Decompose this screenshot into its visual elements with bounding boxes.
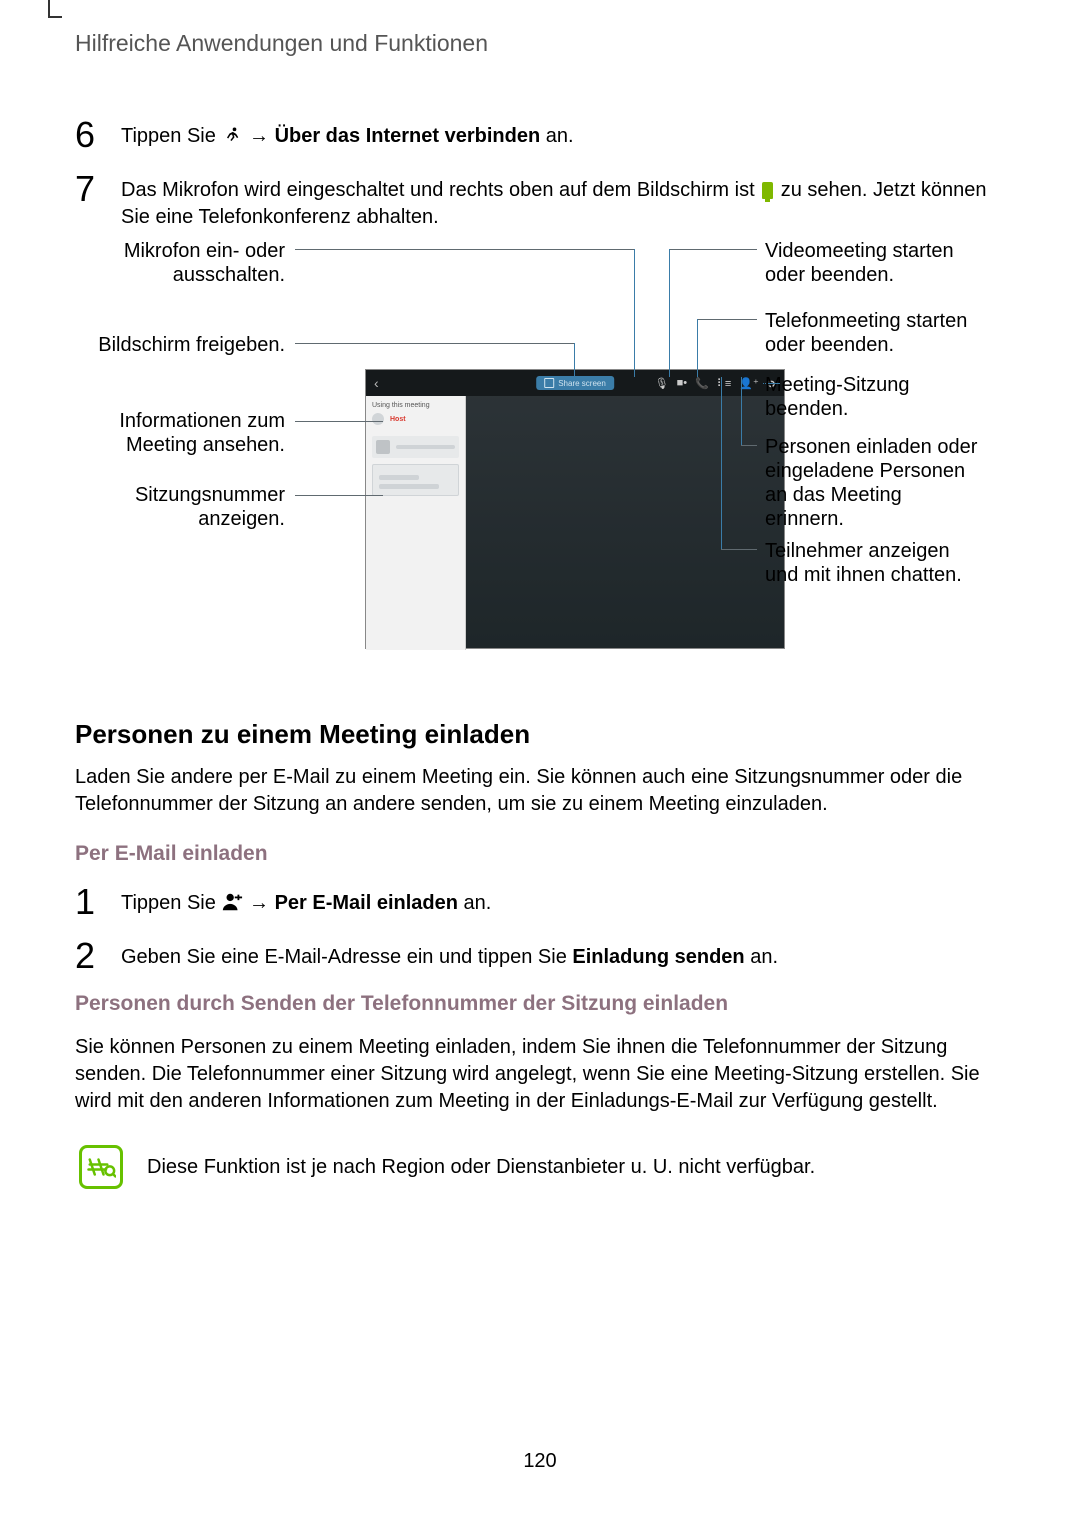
callout-line xyxy=(295,343,575,344)
callout-line xyxy=(634,249,635,377)
email-step2-c: an. xyxy=(750,946,778,968)
arrow: → xyxy=(249,892,269,914)
note-text: Diese Funktion ist je nach Region oder D… xyxy=(147,1156,815,1179)
section-heading: Personen zu einem Meeting einladen xyxy=(75,719,1005,750)
email-step-1: 1 Tippen Sie → Per E-Mail einladen an. xyxy=(75,884,1005,920)
sidebar-title: Using this meeting xyxy=(372,402,459,409)
page-corner-decoration xyxy=(48,0,62,18)
callout-line xyxy=(295,421,383,422)
callout-line xyxy=(669,249,757,250)
info-thumb xyxy=(376,440,390,454)
step-body: Tippen Sie → Über das Internet verbinden… xyxy=(121,117,574,150)
step-number: 7 xyxy=(75,171,101,207)
callout-invite: Personen einladen oder eingeladene Perso… xyxy=(765,435,985,531)
callout-line xyxy=(741,377,742,445)
email-step1-a: Tippen Sie xyxy=(121,892,221,914)
callout-line xyxy=(669,249,670,377)
step-7: 7 Das Mikrofon wird eingeschaltet und re… xyxy=(75,171,1005,231)
share-screen-pill: Share screen xyxy=(536,376,614,390)
page-content: Hilfreiche Anwendungen und Funktionen 6 … xyxy=(75,30,1005,1195)
phone-invite-body: Sie können Personen zu einem Meeting ein… xyxy=(75,1034,1005,1115)
add-person-icon xyxy=(221,891,243,913)
callout-share: Bildschirm freigeben. xyxy=(85,333,285,357)
step-number: 1 xyxy=(75,884,101,920)
step-body: Das Mikrofon wird eingeschaltet und rech… xyxy=(121,171,1005,231)
subsection-email-heading: Per E-Mail einladen xyxy=(75,842,1005,866)
callout-mic: Mikrofon ein- oder ausschalten. xyxy=(85,239,285,287)
step-number: 2 xyxy=(75,938,101,974)
step-number: 6 xyxy=(75,117,101,153)
meeting-screenshot: ‹ Share screen 🎙 ■• 📞 ⠇≡ 👤⁺ ➲ Using this… xyxy=(365,369,785,649)
email-step1-c: an. xyxy=(464,892,492,914)
callout-info: Informationen zum Meeting ansehen. xyxy=(85,409,285,457)
callout-line xyxy=(697,319,757,320)
callout-end: Meeting-Sitzung beenden. xyxy=(765,373,985,421)
callout-participants-chat: Teilnehmer anzeigen und mit ihnen chatte… xyxy=(765,539,985,587)
callout-line xyxy=(741,445,757,446)
arrow: → xyxy=(249,125,269,147)
back-chevron-icon: ‹ xyxy=(374,375,379,391)
participants-icon: ⠇≡ xyxy=(717,377,731,390)
toolbar-right-icons: 🎙 ■• 📞 ⠇≡ 👤⁺ ➲ xyxy=(655,377,776,390)
video-icon: ■• xyxy=(677,377,688,390)
callout-line xyxy=(721,377,722,549)
sidebar-session-box xyxy=(372,464,459,496)
email-step-2: 2 Geben Sie eine E-Mail-Adresse ein und … xyxy=(75,938,1005,974)
note-box: Diese Funktion ist je nach Region oder D… xyxy=(75,1139,1005,1195)
callout-line xyxy=(697,319,698,377)
avatar-dot xyxy=(372,413,384,425)
email-step2-bold: Einladung senden xyxy=(572,946,744,968)
callout-line xyxy=(574,343,575,377)
host-badge: Host xyxy=(390,416,406,423)
step-6: 6 Tippen Sie → Über das Internet verbind… xyxy=(75,117,1005,153)
callout-video: Videomeeting starten oder beenden. xyxy=(765,239,985,287)
step7-text-a: Das Mikrofon wird eingeschaltet und rech… xyxy=(121,179,760,201)
phone-icon: 📞 xyxy=(695,377,709,390)
note-icon xyxy=(79,1145,123,1189)
subsection-phone-heading: Personen durch Senden der Telefonnummer … xyxy=(75,992,1005,1016)
page-header: Hilfreiche Anwendungen und Funktionen xyxy=(75,30,1005,57)
page-number: 120 xyxy=(0,1450,1080,1473)
step6-text-c: an. xyxy=(546,125,574,147)
callout-phone: Telefonmeeting starten oder beenden. xyxy=(765,309,985,357)
mic-on-icon xyxy=(762,182,773,199)
running-man-icon xyxy=(221,125,243,147)
sidebar-info-row xyxy=(372,436,459,458)
section-intro: Laden Sie andere per E-Mail zu einem Mee… xyxy=(75,764,1005,818)
step-body: Geben Sie eine E-Mail-Adresse ein und ti… xyxy=(121,938,778,971)
step6-bold: Über das Internet verbinden xyxy=(275,125,541,147)
step6-text-a: Tippen Sie xyxy=(121,125,221,147)
callout-line xyxy=(295,495,383,496)
step-body: Tippen Sie → Per E-Mail einladen an. xyxy=(121,884,491,917)
email-step1-bold: Per E-Mail einladen xyxy=(275,892,458,914)
annotated-screenshot-diagram: ‹ Share screen 🎙 ■• 📞 ⠇≡ 👤⁺ ➲ Using this… xyxy=(85,249,985,679)
mic-icon: 🎙 xyxy=(655,377,669,390)
email-step2-a: Geben Sie eine E-Mail-Adresse ein und ti… xyxy=(121,946,572,968)
info-line xyxy=(396,445,455,449)
callout-session-no: Sitzungsnummer anzeigen. xyxy=(85,483,285,531)
invite-icon: 👤⁺ xyxy=(739,377,759,390)
callout-line xyxy=(721,549,757,550)
screenshot-sidebar: Using this meeting Host xyxy=(366,396,466,650)
callout-line xyxy=(295,249,635,250)
